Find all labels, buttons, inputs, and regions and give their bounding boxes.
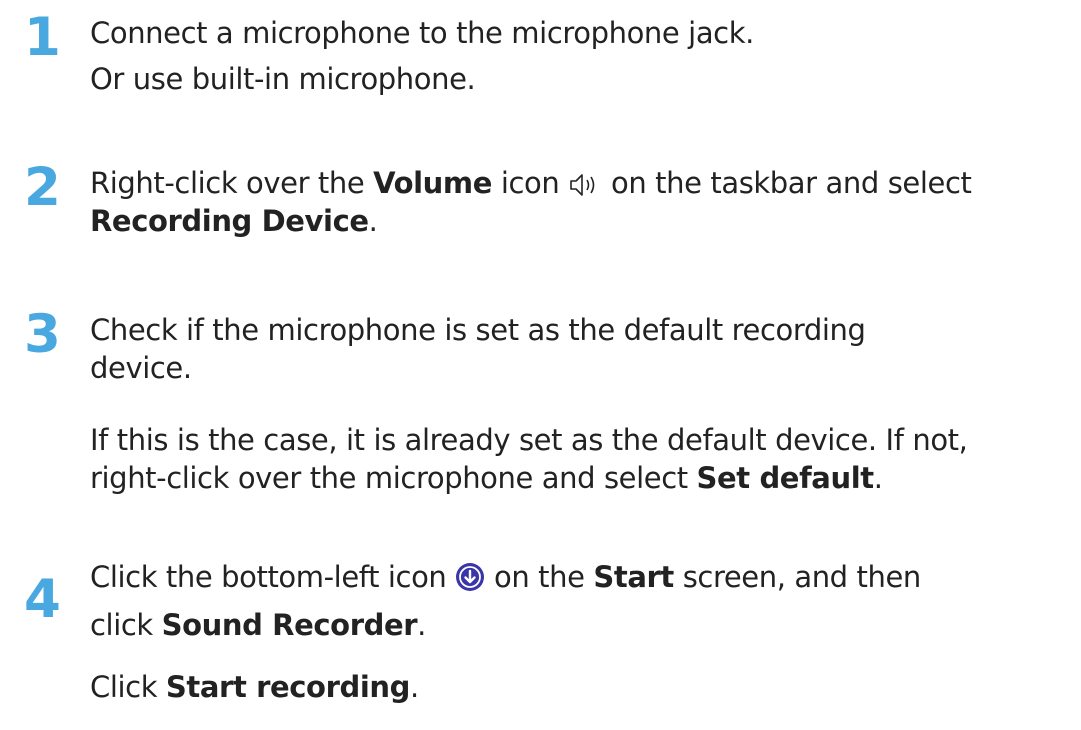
step-number: 4 (24, 569, 61, 630)
text-run: . (368, 204, 378, 238)
text-run: right-click over the microphone and sele… (90, 461, 697, 495)
set-default-label: Set default (696, 461, 875, 495)
step-text: Check if the microphone is set as the de… (90, 313, 866, 347)
step-text: Recording Device. (90, 202, 378, 240)
text-run: on the (485, 560, 594, 594)
text-run: screen, and then (673, 560, 922, 594)
step-number: 2 (24, 157, 61, 218)
down-arrow-circle-icon (455, 562, 485, 601)
volume-label: Volume (373, 166, 493, 200)
step-text: Click Start recording. (90, 668, 419, 706)
start-recording-label: Start recording (165, 670, 410, 704)
text-run: . (410, 670, 419, 704)
text-run: Click (90, 670, 166, 704)
step-text: click Sound Recorder. (90, 606, 426, 644)
step-text: Or use built-in microphone. (90, 62, 476, 96)
step-number: 3 (24, 304, 61, 365)
text-run: Click the bottom-left icon (90, 560, 456, 594)
start-label: Start (593, 560, 674, 594)
recording-device-label: Recording Device (90, 204, 369, 238)
text-run: Right-click over the (90, 166, 374, 200)
speaker-icon (568, 169, 602, 207)
step-text: If this is the case, it is already set a… (90, 423, 968, 457)
sound-recorder-label: Sound Recorder (161, 608, 418, 642)
text-run: icon (492, 166, 569, 200)
step-text: Click the bottom-left icon on the Start … (90, 558, 921, 601)
text-run: on the taskbar and select (602, 166, 972, 200)
step-text: Right-click over the Volume icon on the … (90, 164, 972, 207)
text-run: . (417, 608, 426, 642)
text-run: click (90, 608, 162, 642)
step-text: Connect a microphone to the microphone j… (90, 16, 754, 50)
step-text: device. (90, 351, 192, 385)
step-number: 1 (24, 7, 61, 68)
text-run: . (873, 461, 883, 495)
step-text: right-click over the microphone and sele… (90, 459, 883, 497)
